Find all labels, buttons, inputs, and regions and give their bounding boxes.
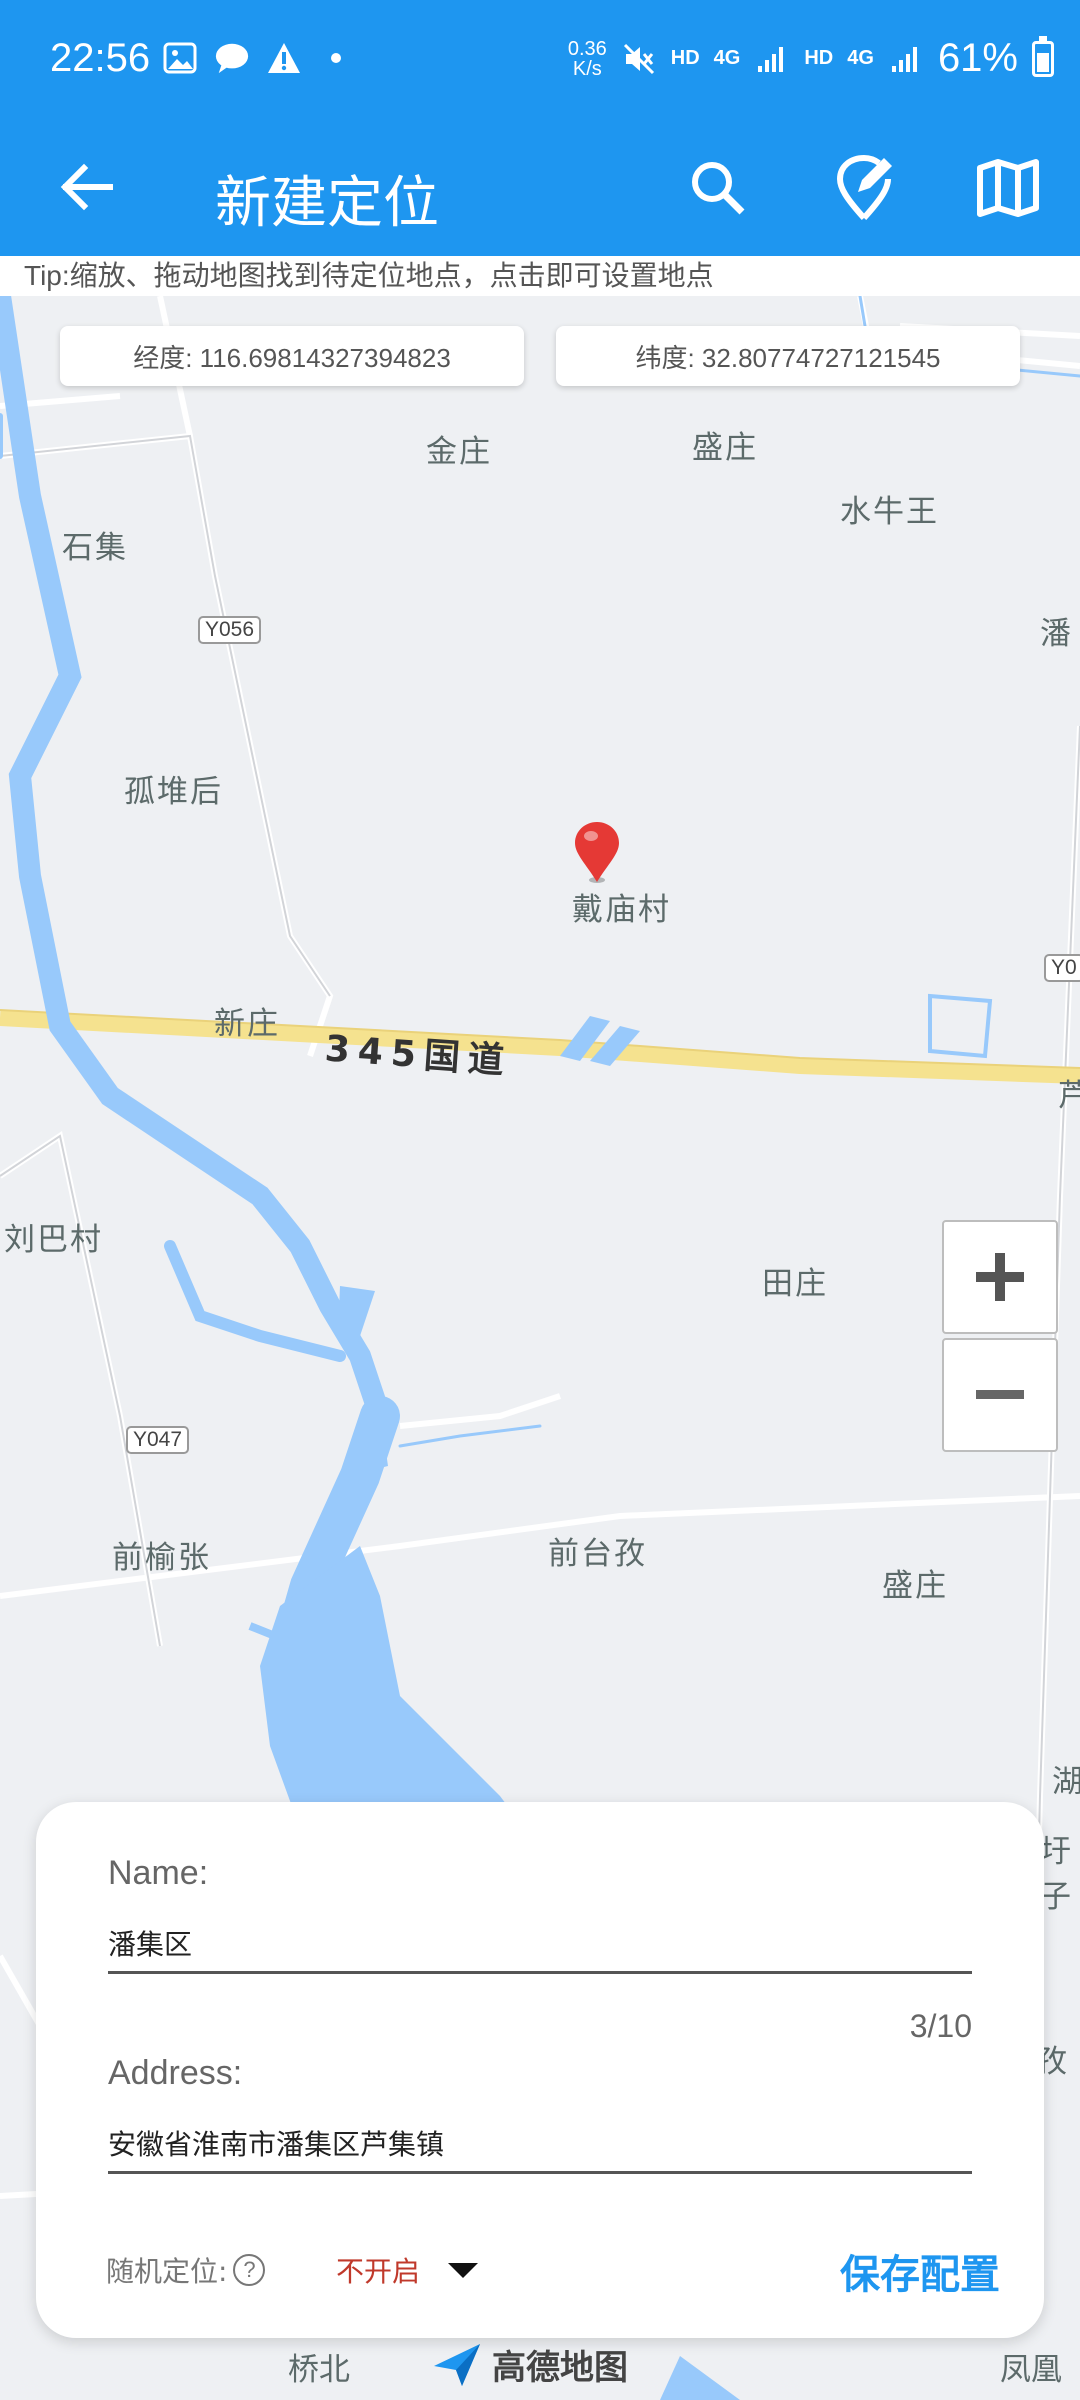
- map-place-label: 石集: [62, 530, 128, 566]
- map-place-label: 刘巴村: [4, 1222, 103, 1258]
- back-button[interactable]: [52, 152, 122, 222]
- save-config-button[interactable]: 保存配置: [840, 2242, 1000, 2300]
- name-input[interactable]: 潘集区: [108, 1914, 972, 1974]
- battery-icon: [1032, 35, 1054, 77]
- search-button[interactable]: [680, 150, 756, 226]
- map-place-label: 孤堆后: [124, 774, 223, 810]
- amap-logo-icon: [434, 2343, 480, 2386]
- tip-text: Tip:缩放、拖动地图找到待定位地点，点击即可设置地点: [0, 256, 1080, 296]
- edit-location-icon: [836, 154, 892, 221]
- random-location-text: 随机定位:: [106, 2255, 228, 2288]
- mute-icon: [621, 41, 657, 77]
- speed-unit: K/s: [572, 57, 602, 80]
- search-icon: [692, 162, 745, 215]
- network-type-2: 4G: [847, 47, 874, 69]
- notification-icons: [162, 40, 354, 76]
- name-label: Name:: [108, 1854, 209, 1892]
- longitude-display: 经度: 116.69814327394823: [60, 326, 524, 386]
- status-bar: 22:56 0.36 K/s HD 4G HD 4G 61%: [0, 0, 1080, 122]
- map-place-label: 新庄: [214, 1006, 280, 1042]
- signal-icon-2: [888, 41, 924, 77]
- speed-value: 0.36: [567, 37, 607, 60]
- battery-fill: [1037, 53, 1049, 72]
- arrow-left-icon: [60, 163, 113, 211]
- map-place-label: 水牛王: [840, 494, 939, 530]
- status-right: 0.36 K/s HD 4G HD 4G 61%: [568, 35, 1054, 81]
- help-icon[interactable]: ?: [233, 2254, 266, 2286]
- map-place-label: 前台孜: [548, 1536, 647, 1572]
- map-place-label: 盛庄: [692, 430, 758, 466]
- latitude-display: 纬度: 32.80774727121545: [556, 326, 1020, 386]
- random-location-label: 随机定位: ?: [106, 2250, 266, 2290]
- page-title: 新建定位: [215, 171, 439, 236]
- map-place-label: 盛庄: [882, 1568, 948, 1604]
- map-place-label: 芦: [1058, 1078, 1080, 1114]
- zoom-out-button[interactable]: [942, 1338, 1058, 1452]
- message-icon: [214, 40, 250, 76]
- network-speed: 0.36 K/s: [568, 39, 607, 79]
- warning-icon: [266, 40, 302, 76]
- location-pin-icon: [572, 820, 622, 884]
- name-char-counter: 3/10: [909, 2008, 972, 2044]
- hd-label-1: HD: [670, 47, 700, 69]
- map-place-label: 前榆张: [112, 1540, 211, 1576]
- road-tag: Y056: [198, 616, 262, 644]
- app-bar: 新建定位: [0, 122, 1080, 256]
- map-place-label: 凤凰: [1000, 2352, 1062, 2388]
- battery-percent: 61%: [937, 36, 1018, 80]
- zoom-in-button[interactable]: [942, 1220, 1058, 1334]
- network-type-1: 4G: [713, 47, 741, 69]
- road-tag: Y047: [126, 1426, 190, 1454]
- plus-icon: [976, 1253, 1024, 1301]
- map-place-label: 圩子: [1040, 1834, 1073, 1915]
- address-input[interactable]: 安徽省淮南市潘集区芦集镇: [108, 2114, 972, 2174]
- map-place-label: 田庄: [762, 1266, 828, 1302]
- signal-icon-1: [754, 41, 790, 77]
- hd-label-2: HD: [804, 47, 834, 69]
- minus-icon: [976, 1390, 1024, 1399]
- map-place-label: 湖: [1052, 1764, 1080, 1800]
- gallery-icon: [162, 40, 198, 76]
- dot-icon: [318, 40, 354, 76]
- map-place-label: 金庄: [426, 434, 492, 470]
- random-location-select[interactable]: 不开启: [336, 2250, 479, 2290]
- status-time: 22:56: [50, 36, 151, 80]
- map-place-label: 潘: [1040, 616, 1073, 652]
- amap-logo: 高德地图: [432, 2340, 628, 2389]
- map-icon: [977, 159, 1039, 217]
- random-location-value: 不开启: [336, 2255, 421, 2288]
- map-place-label: 桥北: [288, 2352, 350, 2388]
- amap-logo-text: 高德地图: [492, 2348, 628, 2388]
- map-layer-button[interactable]: [970, 150, 1046, 226]
- location-form-card: Name: 潘集区 3/10 Address: 安徽省淮南市潘集区芦集镇 随机定…: [36, 1802, 1044, 2338]
- map-place-label: 戴庙村: [572, 892, 671, 928]
- edit-location-button[interactable]: [826, 150, 902, 226]
- address-label: Address:: [108, 2054, 243, 2092]
- caret-down-icon: [448, 2262, 479, 2278]
- road-tag: Y0: [1044, 954, 1080, 982]
